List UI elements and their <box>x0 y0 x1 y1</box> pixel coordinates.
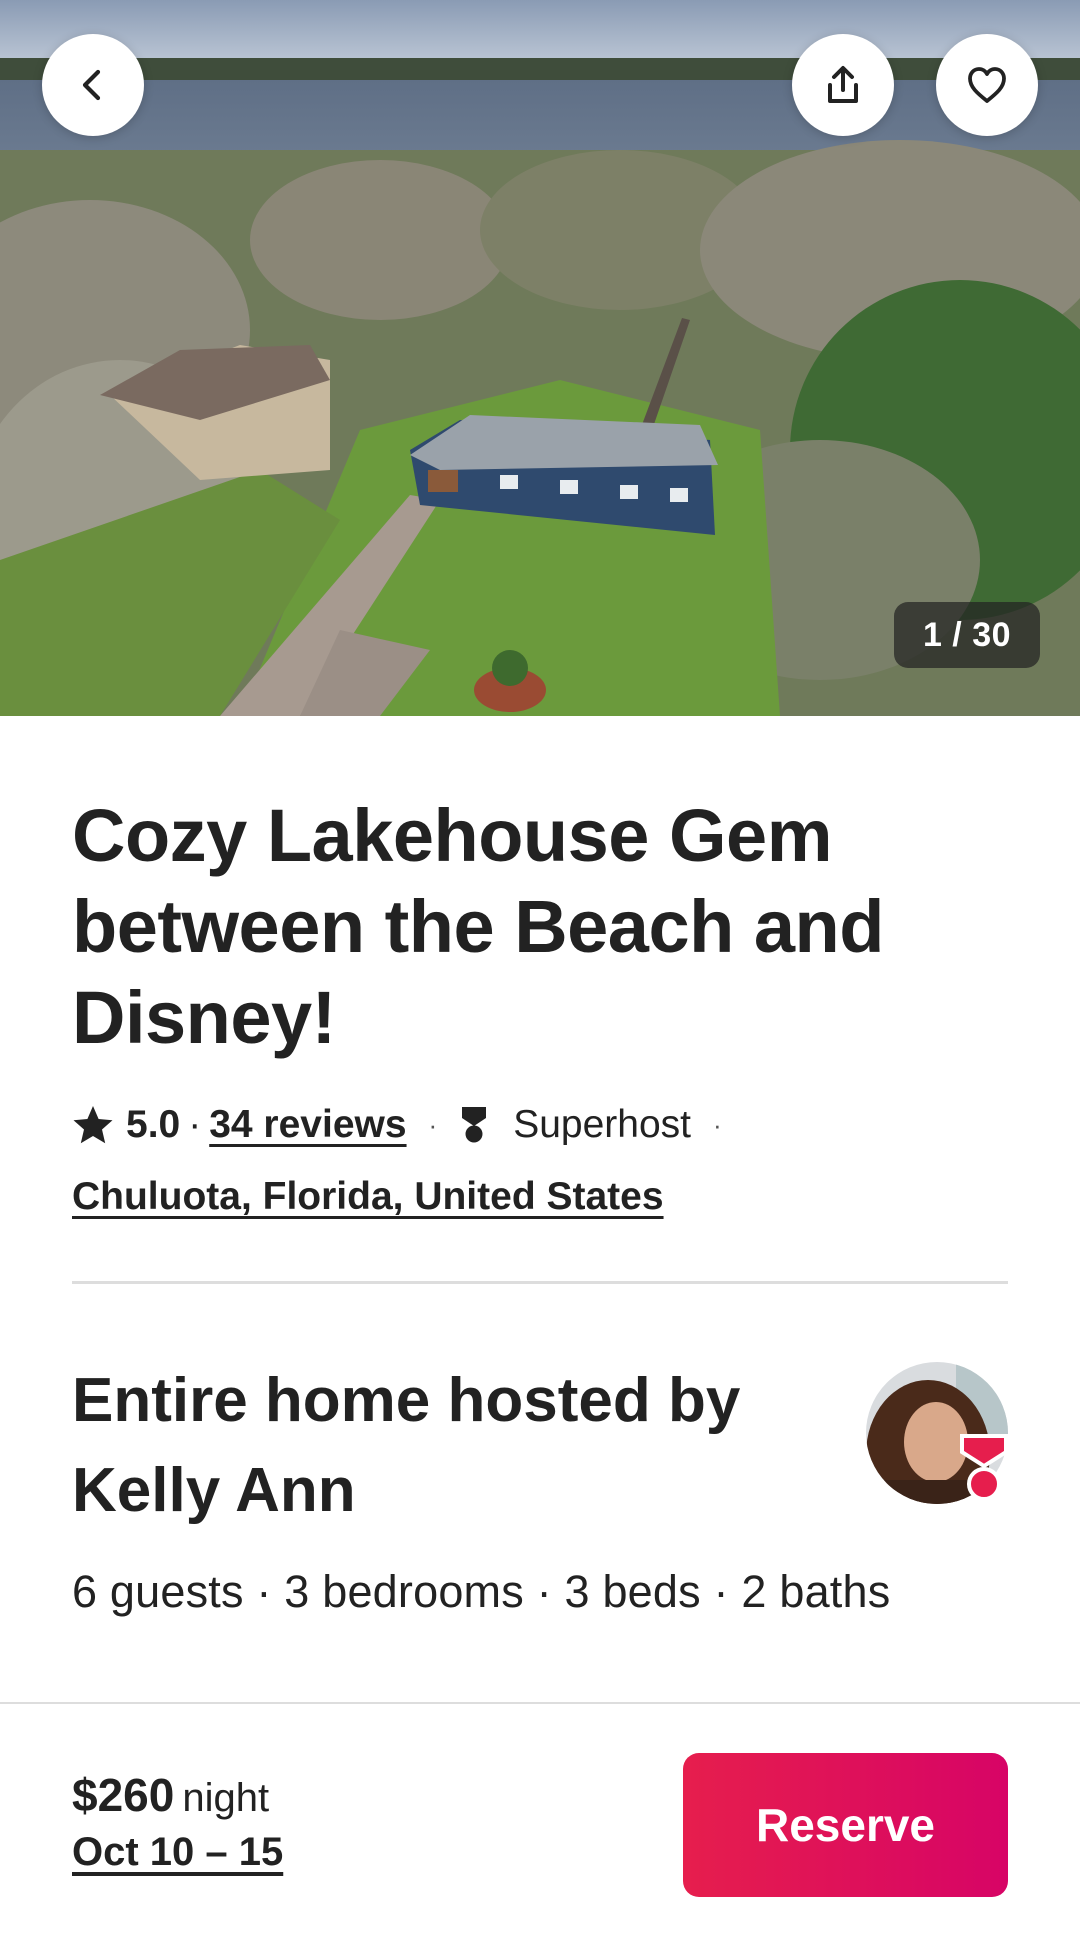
heart-icon <box>968 67 1006 103</box>
superhost-label: Superhost <box>513 1103 692 1146</box>
share-button[interactable] <box>792 34 894 136</box>
superhost-badge-icon <box>960 1434 1008 1501</box>
back-button[interactable] <box>42 34 144 136</box>
save-favorite-button[interactable] <box>936 34 1038 136</box>
photo-counter: 1 / 30 <box>894 602 1040 668</box>
superhost-icon <box>462 1107 487 1143</box>
price-line: $260 night <box>72 1768 269 1822</box>
rating-value: 5.0 <box>126 1103 181 1146</box>
reserve-bar: $260 night Oct 10 – 15 Reserve <box>0 1702 1080 1939</box>
nightly-price: $260 <box>72 1769 175 1821</box>
listing-photo-carousel[interactable]: 1 / 30 <box>0 0 1080 716</box>
host-summary: Entire home hosted by Kelly Ann 6 guests… <box>72 1284 1008 1684</box>
listing-details: Cozy Lakehouse Gem between the Beach and… <box>72 716 1008 1684</box>
chevron-left-icon <box>82 69 101 101</box>
rating-separator: · <box>188 1103 202 1146</box>
share-icon <box>828 66 858 103</box>
reserve-button[interactable]: Reserve <box>683 1753 1008 1897</box>
price-unit: night <box>182 1776 270 1820</box>
listing-specs: 6 guests · 3 bedrooms · 3 beds · 2 baths <box>72 1566 891 1617</box>
rating-row: 5.0 · 34 reviews · Superhost · <box>72 1097 1008 1153</box>
location-link[interactable]: Chuluota, Florida, United States <box>72 1175 664 1219</box>
reviews-link[interactable]: 34 reviews <box>209 1103 406 1147</box>
home-type-heading: Entire home hosted by Kelly Ann <box>72 1366 741 1525</box>
star-icon <box>73 1106 113 1144</box>
dates-link[interactable]: Oct 10 – 15 <box>72 1830 283 1875</box>
meta-separator-dot: · <box>428 1109 438 1140</box>
meta-separator-dot: · <box>713 1109 722 1140</box>
listing-title: Cozy Lakehouse Gem between the Beach and… <box>72 794 884 1059</box>
